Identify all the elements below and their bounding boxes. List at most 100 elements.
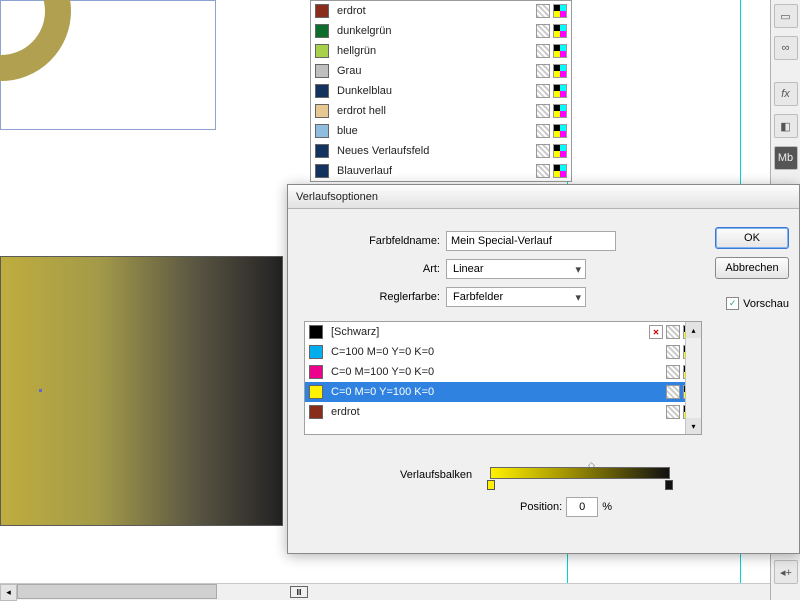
- gradient-options-dialog: Verlaufsoptionen Farbfeldname: Art: Line…: [287, 184, 800, 554]
- expand-panel-icon[interactable]: ◂+: [774, 560, 798, 584]
- swatch-label: C=0 M=0 Y=100 K=0: [331, 386, 663, 398]
- swatch-color-icon: [315, 64, 329, 78]
- swatch-cmyk-icon: [553, 84, 567, 98]
- art-ring-shape: [0, 0, 71, 81]
- art-frame: [0, 0, 216, 130]
- stopcolor-select[interactable]: Farbfelder: [446, 287, 586, 307]
- panel-icon[interactable]: ▭: [774, 4, 798, 28]
- horizontal-scrollbar[interactable]: ◂ Ⅲ: [0, 583, 770, 600]
- swatch-cmyk-icon: [553, 144, 567, 158]
- swatch-label: Dunkelblau: [337, 85, 533, 97]
- gradient-preview-shape[interactable]: [0, 256, 283, 526]
- swatch-cmyk-icon: [553, 4, 567, 18]
- stop-swatch-list: [Schwarz] ✕ C=100 M=0 Y=0 K=0 C=0 M=100 …: [304, 321, 702, 435]
- cancel-button[interactable]: Abbrechen: [715, 257, 789, 279]
- swatch-color-icon: [315, 124, 329, 138]
- swatch-label: blue: [337, 125, 533, 137]
- swatch-color-icon: [315, 44, 329, 58]
- swatch-mode-icon: [536, 104, 550, 118]
- swatch-label: erdrot hell: [337, 105, 533, 117]
- list-item[interactable]: C=0 M=100 Y=0 K=0: [305, 362, 701, 382]
- swatch-mode-icon: [536, 64, 550, 78]
- swatch-color-icon: [309, 405, 323, 419]
- swatch-color-icon: [315, 104, 329, 118]
- swatch-mode-icon: [666, 405, 680, 419]
- swatch-row[interactable]: Blauverlauf: [311, 161, 571, 181]
- swatch-row[interactable]: Dunkelblau: [311, 81, 571, 101]
- links-icon[interactable]: ∞: [774, 36, 798, 60]
- swatch-row[interactable]: erdrot: [311, 1, 571, 21]
- type-value: Linear: [453, 263, 484, 275]
- stopcolor-value: Farbfelder: [453, 291, 503, 303]
- not-editable-icon: ✕: [649, 325, 663, 339]
- list-item[interactable]: C=100 M=0 Y=0 K=0: [305, 342, 701, 362]
- midpoint-diamond-icon[interactable]: ◇: [588, 460, 595, 471]
- gradient-stop-right[interactable]: [665, 480, 673, 490]
- fieldname-label: Farbfeldname:: [348, 235, 440, 247]
- swatches-panel: erdrot dunkelgrün hellgrün Grau Dunkelbl…: [310, 0, 572, 182]
- position-unit: %: [602, 501, 612, 513]
- swatch-row[interactable]: blue: [311, 121, 571, 141]
- swatch-label: Grau: [337, 65, 533, 77]
- swatch-mode-icon: [536, 4, 550, 18]
- fx-icon[interactable]: fx: [774, 82, 798, 106]
- swatch-color-icon: [315, 4, 329, 18]
- swatch-row[interactable]: Grau: [311, 61, 571, 81]
- swatch-mode-icon: [536, 44, 550, 58]
- swatch-row[interactable]: dunkelgrün: [311, 21, 571, 41]
- scroll-thumb[interactable]: [17, 584, 217, 599]
- preview-checkbox[interactable]: ✓ Vorschau: [726, 297, 789, 310]
- swatch-color-icon: [315, 84, 329, 98]
- swatch-label: dunkelgrün: [337, 25, 533, 37]
- scroll-down-icon[interactable]: ▾: [686, 418, 701, 434]
- scroll-left-icon[interactable]: ◂: [0, 584, 17, 601]
- ok-button[interactable]: OK: [715, 227, 789, 249]
- scrollbar[interactable]: ▴ ▾: [685, 322, 701, 434]
- swatch-label: Blauverlauf: [337, 165, 533, 177]
- swatch-cmyk-icon: [553, 104, 567, 118]
- swatch-cmyk-icon: [553, 64, 567, 78]
- position-input[interactable]: [566, 497, 598, 517]
- position-label: Position:: [520, 501, 562, 513]
- page-indicator-icon[interactable]: Ⅲ: [290, 586, 308, 598]
- swatch-label: C=100 M=0 Y=0 K=0: [331, 346, 663, 358]
- swatch-row[interactable]: hellgrün: [311, 41, 571, 61]
- swatch-label: [Schwarz]: [331, 326, 646, 338]
- swatch-color-icon: [315, 164, 329, 178]
- ramp-label: Verlaufsbalken: [400, 469, 472, 481]
- list-item[interactable]: erdrot: [305, 402, 701, 422]
- dialog-title: Verlaufsoptionen: [288, 185, 799, 209]
- swatch-color-icon: [315, 144, 329, 158]
- type-label: Art:: [348, 263, 440, 275]
- preview-label: Vorschau: [743, 298, 789, 310]
- swatch-label: hellgrün: [337, 45, 533, 57]
- swatch-label: C=0 M=100 Y=0 K=0: [331, 366, 663, 378]
- mb-icon[interactable]: Mb: [774, 146, 798, 170]
- type-select[interactable]: Linear: [446, 259, 586, 279]
- swatch-row[interactable]: erdrot hell: [311, 101, 571, 121]
- swatch-cmyk-icon: [553, 124, 567, 138]
- swatch-mode-icon: [666, 385, 680, 399]
- swatch-mode-icon: [536, 144, 550, 158]
- swatch-mode-icon: [536, 124, 550, 138]
- swatch-label: erdrot: [331, 406, 663, 418]
- object-styles-icon[interactable]: ◧: [774, 114, 798, 138]
- swatch-label: erdrot: [337, 5, 533, 17]
- swatch-cmyk-icon: [553, 44, 567, 58]
- swatch-mode-icon: [666, 365, 680, 379]
- swatch-cmyk-icon: [553, 164, 567, 178]
- swatch-mode-icon: [536, 84, 550, 98]
- gradient-ramp[interactable]: ◇: [490, 467, 670, 479]
- swatch-row[interactable]: Neues Verlaufsfeld: [311, 141, 571, 161]
- list-item[interactable]: [Schwarz] ✕: [305, 322, 701, 342]
- swatch-color-icon: [309, 345, 323, 359]
- stopcolor-label: Reglerfarbe:: [348, 291, 440, 303]
- swatch-color-icon: [309, 385, 323, 399]
- fieldname-input[interactable]: [446, 231, 616, 251]
- gradient-stop-left[interactable]: [487, 480, 495, 490]
- checkbox-icon: ✓: [726, 297, 739, 310]
- swatch-color-icon: [309, 365, 323, 379]
- scroll-up-icon[interactable]: ▴: [686, 322, 701, 338]
- swatch-mode-icon: [666, 325, 680, 339]
- list-item[interactable]: C=0 M=0 Y=100 K=0: [305, 382, 701, 402]
